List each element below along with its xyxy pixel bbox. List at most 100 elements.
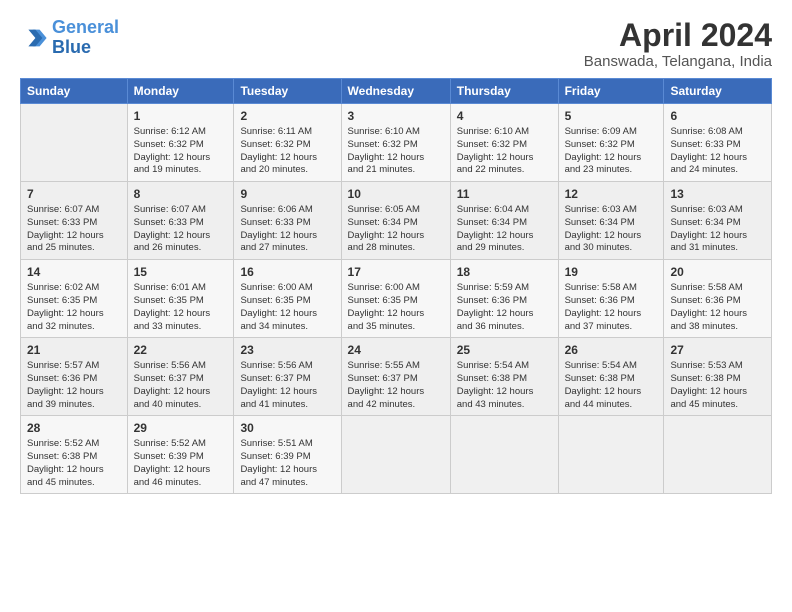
- calendar-cell: [558, 416, 664, 494]
- calendar-cell: [664, 416, 772, 494]
- calendar-cell: 22Sunrise: 5:56 AM Sunset: 6:37 PM Dayli…: [127, 338, 234, 416]
- week-row-2: 14Sunrise: 6:02 AM Sunset: 6:35 PM Dayli…: [21, 260, 772, 338]
- day-number: 19: [565, 264, 658, 281]
- day-number: 24: [348, 342, 444, 359]
- week-row-1: 7Sunrise: 6:07 AM Sunset: 6:33 PM Daylig…: [21, 182, 772, 260]
- calendar-cell: 10Sunrise: 6:05 AM Sunset: 6:34 PM Dayli…: [341, 182, 450, 260]
- col-sunday: Sunday: [21, 79, 128, 104]
- day-number: 28: [27, 420, 121, 437]
- day-info: Sunrise: 5:55 AM Sunset: 6:37 PM Dayligh…: [348, 360, 444, 411]
- col-wednesday: Wednesday: [341, 79, 450, 104]
- day-number: 30: [240, 420, 334, 437]
- logo-text: General Blue: [52, 18, 119, 58]
- day-number: 10: [348, 186, 444, 203]
- calendar-cell: 16Sunrise: 6:00 AM Sunset: 6:35 PM Dayli…: [234, 260, 341, 338]
- day-number: 5: [565, 108, 658, 125]
- calendar-cell: 4Sunrise: 6:10 AM Sunset: 6:32 PM Daylig…: [450, 104, 558, 182]
- day-info: Sunrise: 6:03 AM Sunset: 6:34 PM Dayligh…: [670, 204, 765, 255]
- calendar-cell: 29Sunrise: 5:52 AM Sunset: 6:39 PM Dayli…: [127, 416, 234, 494]
- day-number: 22: [134, 342, 228, 359]
- day-info: Sunrise: 6:04 AM Sunset: 6:34 PM Dayligh…: [457, 204, 552, 255]
- day-number: 16: [240, 264, 334, 281]
- week-row-0: 1Sunrise: 6:12 AM Sunset: 6:32 PM Daylig…: [21, 104, 772, 182]
- day-info: Sunrise: 6:07 AM Sunset: 6:33 PM Dayligh…: [27, 204, 121, 255]
- calendar-cell: 2Sunrise: 6:11 AM Sunset: 6:32 PM Daylig…: [234, 104, 341, 182]
- calendar-cell: 30Sunrise: 5:51 AM Sunset: 6:39 PM Dayli…: [234, 416, 341, 494]
- day-info: Sunrise: 6:01 AM Sunset: 6:35 PM Dayligh…: [134, 282, 228, 333]
- day-info: Sunrise: 5:51 AM Sunset: 6:39 PM Dayligh…: [240, 438, 334, 489]
- day-number: 25: [457, 342, 552, 359]
- day-info: Sunrise: 5:53 AM Sunset: 6:38 PM Dayligh…: [670, 360, 765, 411]
- calendar-cell: [450, 416, 558, 494]
- calendar-cell: [21, 104, 128, 182]
- day-info: Sunrise: 6:00 AM Sunset: 6:35 PM Dayligh…: [348, 282, 444, 333]
- day-info: Sunrise: 6:06 AM Sunset: 6:33 PM Dayligh…: [240, 204, 334, 255]
- calendar-cell: 9Sunrise: 6:06 AM Sunset: 6:33 PM Daylig…: [234, 182, 341, 260]
- day-number: 3: [348, 108, 444, 125]
- day-info: Sunrise: 6:08 AM Sunset: 6:33 PM Dayligh…: [670, 126, 765, 177]
- day-number: 29: [134, 420, 228, 437]
- day-info: Sunrise: 5:56 AM Sunset: 6:37 PM Dayligh…: [240, 360, 334, 411]
- day-number: 13: [670, 186, 765, 203]
- day-info: Sunrise: 5:59 AM Sunset: 6:36 PM Dayligh…: [457, 282, 552, 333]
- col-friday: Friday: [558, 79, 664, 104]
- day-number: 26: [565, 342, 658, 359]
- day-info: Sunrise: 6:10 AM Sunset: 6:32 PM Dayligh…: [348, 126, 444, 177]
- header: General Blue April 2024 Banswada, Telang…: [20, 18, 772, 70]
- page: General Blue April 2024 Banswada, Telang…: [0, 0, 792, 612]
- day-number: 14: [27, 264, 121, 281]
- day-number: 4: [457, 108, 552, 125]
- calendar-cell: 24Sunrise: 5:55 AM Sunset: 6:37 PM Dayli…: [341, 338, 450, 416]
- calendar-cell: [341, 416, 450, 494]
- day-info: Sunrise: 5:54 AM Sunset: 6:38 PM Dayligh…: [565, 360, 658, 411]
- calendar-cell: 7Sunrise: 6:07 AM Sunset: 6:33 PM Daylig…: [21, 182, 128, 260]
- day-number: 8: [134, 186, 228, 203]
- calendar-cell: 5Sunrise: 6:09 AM Sunset: 6:32 PM Daylig…: [558, 104, 664, 182]
- calendar-cell: 18Sunrise: 5:59 AM Sunset: 6:36 PM Dayli…: [450, 260, 558, 338]
- calendar-cell: 3Sunrise: 6:10 AM Sunset: 6:32 PM Daylig…: [341, 104, 450, 182]
- calendar-cell: 27Sunrise: 5:53 AM Sunset: 6:38 PM Dayli…: [664, 338, 772, 416]
- calendar-cell: 1Sunrise: 6:12 AM Sunset: 6:32 PM Daylig…: [127, 104, 234, 182]
- col-monday: Monday: [127, 79, 234, 104]
- day-number: 21: [27, 342, 121, 359]
- calendar-body: 1Sunrise: 6:12 AM Sunset: 6:32 PM Daylig…: [21, 104, 772, 494]
- calendar-table: Sunday Monday Tuesday Wednesday Thursday…: [20, 78, 772, 494]
- day-info: Sunrise: 6:07 AM Sunset: 6:33 PM Dayligh…: [134, 204, 228, 255]
- day-info: Sunrise: 6:03 AM Sunset: 6:34 PM Dayligh…: [565, 204, 658, 255]
- day-number: 17: [348, 264, 444, 281]
- calendar-cell: 17Sunrise: 6:00 AM Sunset: 6:35 PM Dayli…: [341, 260, 450, 338]
- calendar-cell: 6Sunrise: 6:08 AM Sunset: 6:33 PM Daylig…: [664, 104, 772, 182]
- day-info: Sunrise: 5:56 AM Sunset: 6:37 PM Dayligh…: [134, 360, 228, 411]
- col-thursday: Thursday: [450, 79, 558, 104]
- day-number: 18: [457, 264, 552, 281]
- day-number: 27: [670, 342, 765, 359]
- day-info: Sunrise: 6:05 AM Sunset: 6:34 PM Dayligh…: [348, 204, 444, 255]
- day-info: Sunrise: 5:52 AM Sunset: 6:38 PM Dayligh…: [27, 438, 121, 489]
- col-tuesday: Tuesday: [234, 79, 341, 104]
- day-number: 12: [565, 186, 658, 203]
- header-row: Sunday Monday Tuesday Wednesday Thursday…: [21, 79, 772, 104]
- day-info: Sunrise: 6:00 AM Sunset: 6:35 PM Dayligh…: [240, 282, 334, 333]
- calendar-cell: 15Sunrise: 6:01 AM Sunset: 6:35 PM Dayli…: [127, 260, 234, 338]
- day-info: Sunrise: 5:57 AM Sunset: 6:36 PM Dayligh…: [27, 360, 121, 411]
- day-number: 20: [670, 264, 765, 281]
- day-number: 11: [457, 186, 552, 203]
- day-info: Sunrise: 6:11 AM Sunset: 6:32 PM Dayligh…: [240, 126, 334, 177]
- day-info: Sunrise: 5:54 AM Sunset: 6:38 PM Dayligh…: [457, 360, 552, 411]
- calendar-cell: 11Sunrise: 6:04 AM Sunset: 6:34 PM Dayli…: [450, 182, 558, 260]
- calendar-cell: 28Sunrise: 5:52 AM Sunset: 6:38 PM Dayli…: [21, 416, 128, 494]
- calendar-cell: 19Sunrise: 5:58 AM Sunset: 6:36 PM Dayli…: [558, 260, 664, 338]
- day-number: 6: [670, 108, 765, 125]
- day-info: Sunrise: 5:58 AM Sunset: 6:36 PM Dayligh…: [670, 282, 765, 333]
- day-info: Sunrise: 5:52 AM Sunset: 6:39 PM Dayligh…: [134, 438, 228, 489]
- title-block: April 2024 Banswada, Telangana, India: [584, 18, 772, 70]
- calendar-cell: 26Sunrise: 5:54 AM Sunset: 6:38 PM Dayli…: [558, 338, 664, 416]
- day-info: Sunrise: 6:12 AM Sunset: 6:32 PM Dayligh…: [134, 126, 228, 177]
- calendar-cell: 20Sunrise: 5:58 AM Sunset: 6:36 PM Dayli…: [664, 260, 772, 338]
- col-saturday: Saturday: [664, 79, 772, 104]
- day-number: 9: [240, 186, 334, 203]
- main-title: April 2024: [584, 18, 772, 53]
- day-number: 2: [240, 108, 334, 125]
- day-info: Sunrise: 6:02 AM Sunset: 6:35 PM Dayligh…: [27, 282, 121, 333]
- day-number: 23: [240, 342, 334, 359]
